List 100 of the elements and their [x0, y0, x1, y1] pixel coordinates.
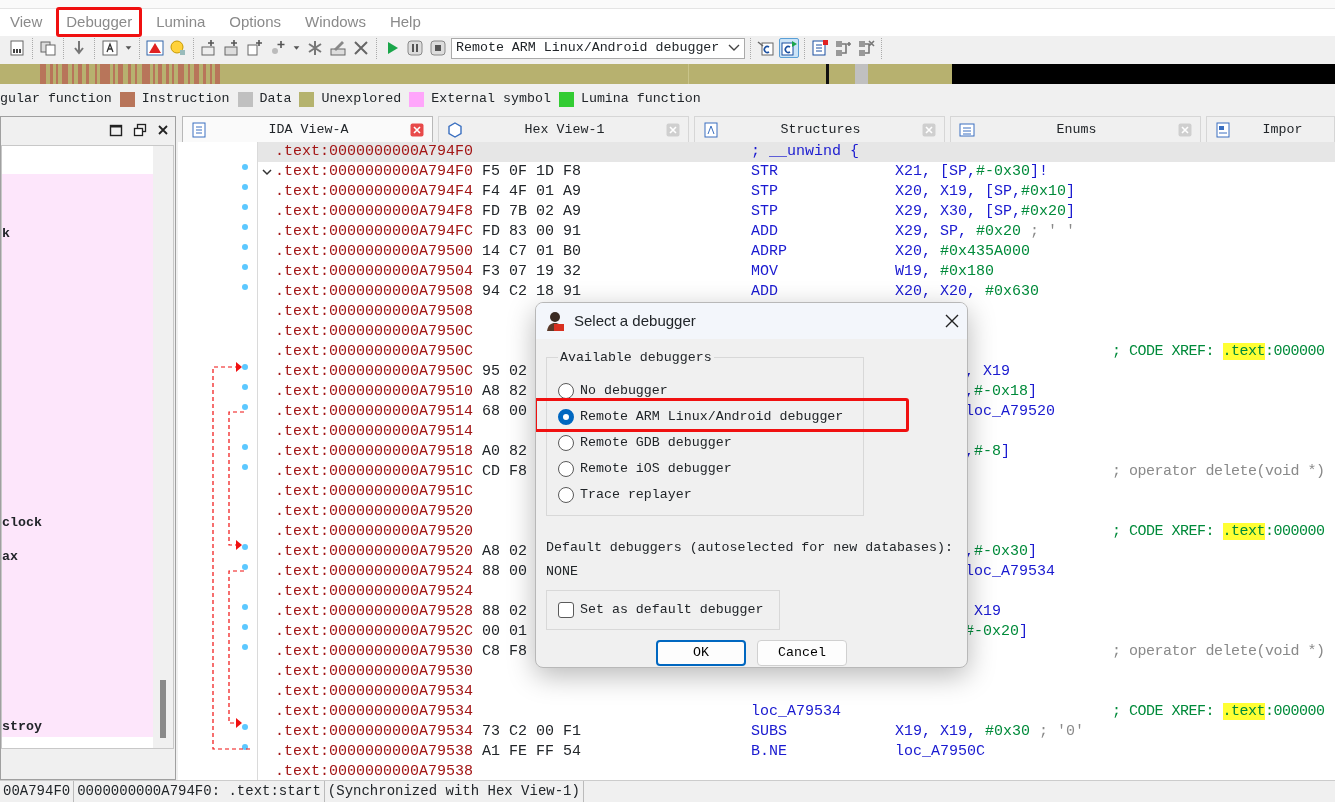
address-text[interactable]: .text:0000000000A79500	[275, 242, 482, 263]
address-text[interactable]: .text:0000000000A794F4	[275, 182, 482, 203]
maximize-icon[interactable]	[109, 123, 123, 138]
address-text[interactable]: .text:0000000000A7950C	[275, 342, 482, 363]
close-icon[interactable]	[157, 124, 169, 137]
address-text[interactable]: .text:0000000000A7950C	[275, 362, 482, 383]
radio-option[interactable]: Remote ARM Linux/Android debugger	[558, 404, 853, 431]
address-text[interactable]: .text:0000000000A7951C	[275, 462, 482, 483]
menu-item[interactable]: View	[0, 7, 53, 38]
source-run-icon[interactable]	[779, 38, 799, 59]
bytes-text: A1 FE FF 54	[482, 743, 582, 761]
menu-item[interactable]: Windows	[295, 7, 376, 38]
tab[interactable]: Hex View-1	[438, 116, 689, 143]
operands-text: loc_A7950C	[895, 743, 985, 761]
radio-option[interactable]: Trace replayer	[558, 482, 853, 509]
bytes-text: 95 02	[482, 363, 527, 381]
instruction-dot	[242, 744, 248, 751]
debugger-select[interactable]: Remote ARM Linux/Android debugger	[451, 37, 745, 59]
address-text[interactable]: .text:0000000000A79520	[275, 502, 482, 523]
operands-text: loc_A79534	[965, 563, 1055, 581]
address-text[interactable]: .text:0000000000A79524	[275, 562, 482, 583]
menu-item[interactable]: Help	[379, 7, 431, 38]
pages-icon[interactable]	[38, 38, 58, 59]
scrollbar-thumb[interactable]	[160, 680, 166, 739]
address-text[interactable]: .text:0000000000A79530	[275, 642, 482, 663]
warning-icon[interactable]	[145, 38, 165, 59]
instruction-text: SUBS	[751, 722, 788, 743]
stop-icon[interactable]	[428, 38, 448, 59]
pencil-icon[interactable]	[328, 38, 348, 59]
close-icon[interactable]	[945, 314, 959, 329]
address-text[interactable]: .text:0000000000A79520	[275, 542, 482, 563]
bytes-text: F3 07 19 32	[482, 263, 582, 281]
address-text[interactable]: .text:0000000000A79508	[275, 302, 482, 323]
radio-option[interactable]: Remote iOS debugger	[558, 456, 853, 483]
bytes-text: 68 00	[482, 403, 527, 421]
status-text: (Synchronized with Hex View-1)	[324, 781, 584, 802]
remove-node-icon[interactable]	[856, 38, 876, 59]
address-text[interactable]: .text:0000000000A79534	[275, 682, 482, 703]
restore-icon[interactable]	[133, 123, 147, 138]
address-text[interactable]: .text:0000000000A79534	[275, 722, 482, 743]
address-text[interactable]: .text:0000000000A79538	[275, 742, 482, 763]
address-text[interactable]: .text:0000000000A79530	[275, 662, 482, 683]
document-icon[interactable]	[7, 38, 27, 59]
address-text[interactable]: .text:0000000000A794FC	[275, 222, 482, 243]
address-text[interactable]: .text:0000000000A794F0	[275, 142, 482, 163]
address-text[interactable]: .text:0000000000A79510	[275, 382, 482, 403]
cancel-button[interactable]: Cancel	[757, 640, 847, 667]
address-text[interactable]: .text:0000000000A7952C	[275, 622, 482, 643]
bytes-text: A8 02	[482, 543, 527, 561]
bytes-text: 88 00	[482, 563, 527, 581]
add-text-icon[interactable]	[245, 38, 265, 59]
dropdown-caret-icon[interactable]	[728, 44, 740, 53]
address-text[interactable]: .text:0000000000A79514	[275, 402, 482, 423]
instruction-dot	[242, 444, 248, 451]
address-text[interactable]: .text:0000000000A79518	[275, 442, 482, 463]
operands-text: X29, SP, #0x20 ; ' '	[895, 223, 1076, 241]
address-text[interactable]: .text:0000000000A79534	[275, 702, 482, 723]
operands-text: W19, #0x180	[895, 263, 995, 281]
address-text[interactable]: .text:0000000000A79524	[275, 582, 482, 603]
address-text[interactable]: .text:0000000000A794F8	[275, 202, 482, 223]
function-name[interactable]: k	[2, 225, 153, 243]
address-text[interactable]: .text:0000000000A7951C	[275, 482, 482, 503]
comment-text: ; CODE XREF: .text:000000	[1112, 702, 1325, 723]
bytes-text: 88 02	[482, 603, 527, 621]
address-text[interactable]: .text:0000000000A79514	[275, 422, 482, 443]
navigation-band[interactable]	[0, 62, 1335, 85]
instruction-dot	[242, 564, 248, 571]
instruction-dot	[242, 284, 248, 291]
address-text[interactable]: .text:0000000000A79504	[275, 262, 482, 283]
function-name[interactable]: clock	[2, 514, 153, 532]
radio-option[interactable]: Remote GDB debugger	[558, 430, 853, 457]
text-box-icon[interactable]	[100, 38, 120, 59]
radio-option[interactable]: No debugger	[558, 378, 853, 405]
tab[interactable]: Structures	[694, 116, 945, 143]
bytes-text: A8 82	[482, 383, 527, 401]
ok-button[interactable]: OK	[656, 640, 746, 667]
address-text[interactable]: .text:0000000000A7950C	[275, 322, 482, 343]
report-icon[interactable]	[810, 38, 830, 59]
address-text[interactable]: .text:0000000000A79538	[275, 762, 482, 781]
address-text[interactable]: .text:0000000000A79520	[275, 522, 482, 543]
menu-item[interactable]: Debugger	[56, 7, 143, 38]
document-icon	[191, 121, 207, 138]
address-text[interactable]: .text:0000000000A79508	[275, 282, 482, 303]
address-text[interactable]: .text:0000000000A79528	[275, 602, 482, 623]
source-icon[interactable]	[756, 38, 776, 59]
function-name[interactable]: stroy	[2, 718, 153, 736]
tab[interactable]: Enums	[950, 116, 1201, 143]
pause-icon[interactable]	[405, 38, 425, 59]
legend-label: Data	[259, 90, 292, 109]
menu-item[interactable]: Options	[219, 7, 292, 38]
operands-text: X20, X19, [SP,#0x10]	[895, 183, 1076, 201]
address-text[interactable]: .text:0000000000A794F0	[275, 162, 482, 183]
function-name[interactable]: ax	[2, 548, 153, 566]
status-text: 0000000000A794F0: .text:start	[74, 781, 325, 802]
instruction-dot	[242, 624, 248, 631]
tab[interactable]: Impor	[1206, 116, 1335, 143]
list-icon	[959, 121, 975, 138]
operands-text: X21, [SP,#-0x30]!	[895, 163, 1049, 181]
add-node-icon[interactable]	[833, 38, 853, 59]
tab[interactable]: IDA View-A	[182, 116, 433, 143]
